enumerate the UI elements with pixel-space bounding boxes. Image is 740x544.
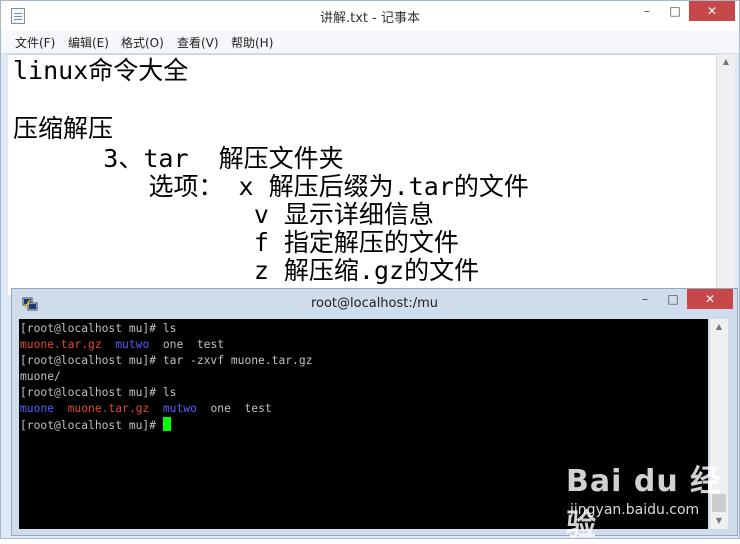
terminal-text-segment: mutwo [162,402,197,415]
text-line: 压缩解压 [13,114,114,143]
scroll-up-icon[interactable]: ▲ [717,54,735,70]
terminal-text-segment: muone.tar.gz [67,402,150,415]
terminal-text-segment: [root@localhost mu]# tar -zxvf muone.tar… [20,354,313,367]
terminal-titlebar[interactable]: root@localhost:/mu – □ ✕ [12,289,737,319]
terminal-text-segment: mutwo [115,338,150,351]
text-line: 3、tar 解压文件夹 [13,144,344,173]
text-line: f 指定解压的文件 [13,228,459,257]
notepad-close-button[interactable]: ✕ [689,1,735,21]
notepad-titlebar[interactable]: 讲解.txt - 记事本 – □ ✕ [1,1,739,31]
text-line: 选项： x 解压后缀为.tar的文件 [13,172,529,201]
notepad-minimize-button[interactable]: – [633,1,661,21]
watermark-url: jingyan.baidu.com [570,502,700,518]
terminal-minimize-button[interactable]: – [631,289,659,309]
terminal-line: muone.tar.gz mutwo one test [20,337,224,353]
terminal-text-segment: [root@localhost mu]# [20,419,163,432]
text-line: linux命令大全 [13,56,189,85]
terminal-line: [root@localhost mu]# ls [20,321,176,337]
terminal-cursor [162,417,171,431]
terminal-close-button[interactable]: ✕ [687,289,733,309]
watermark-brand: Bai du 经验 [566,464,722,543]
terminal-text-segment: [root@localhost mu]# ls [20,322,177,335]
terminal-text-segment: muone [20,402,55,415]
terminal-line: [root@localhost mu]# tar -zxvf muone.tar… [20,353,312,369]
scroll-up-icon[interactable]: ▲ [710,319,728,335]
text-line: z 解压缩.gz的文件 [13,256,480,285]
notepad-menubar: 文件(F) 编辑(E) 格式(O) 查看(V) 帮助(H) [1,31,739,54]
menu-format[interactable]: 格式(O) [121,34,164,51]
menu-edit[interactable]: 编辑(E) [68,34,109,51]
notepad-maximize-button[interactable]: □ [661,1,689,21]
terminal-text-segment: one test [149,338,225,351]
terminal-text-segment: one test [196,402,272,415]
menu-help[interactable]: 帮助(H) [231,34,273,51]
menu-view[interactable]: 查看(V) [177,34,219,51]
terminal-title: root@localhost:/mu [310,296,439,311]
terminal-text-segment: [root@localhost mu]# ls [20,386,177,399]
terminal-line: muone muone.tar.gz mutwo one test [20,401,272,417]
menu-file[interactable]: 文件(F) [15,34,55,51]
terminal-text-segment: muone.tar.gz [20,338,102,351]
terminal-line: [root@localhost mu]# ls [20,385,176,401]
terminal-line: muone/ [20,369,61,385]
terminal-maximize-button[interactable]: □ [659,289,687,309]
notepad-title: 讲解.txt - 记事本 [320,11,420,26]
baidu-watermark: Bai du 经验 jingyan.baidu.com [566,456,736,543]
notepad-vertical-scrollbar[interactable]: ▲ [716,54,735,294]
notepad-text-area[interactable]: linux命令大全 压缩解压 3、tar 解压文件夹 选项： x 解压后缀为.t… [8,54,716,295]
terminal-text-segment: muone/ [20,370,61,383]
terminal-line: [root@localhost mu]# [20,417,171,434]
text-line: v 显示详细信息 [13,200,434,229]
